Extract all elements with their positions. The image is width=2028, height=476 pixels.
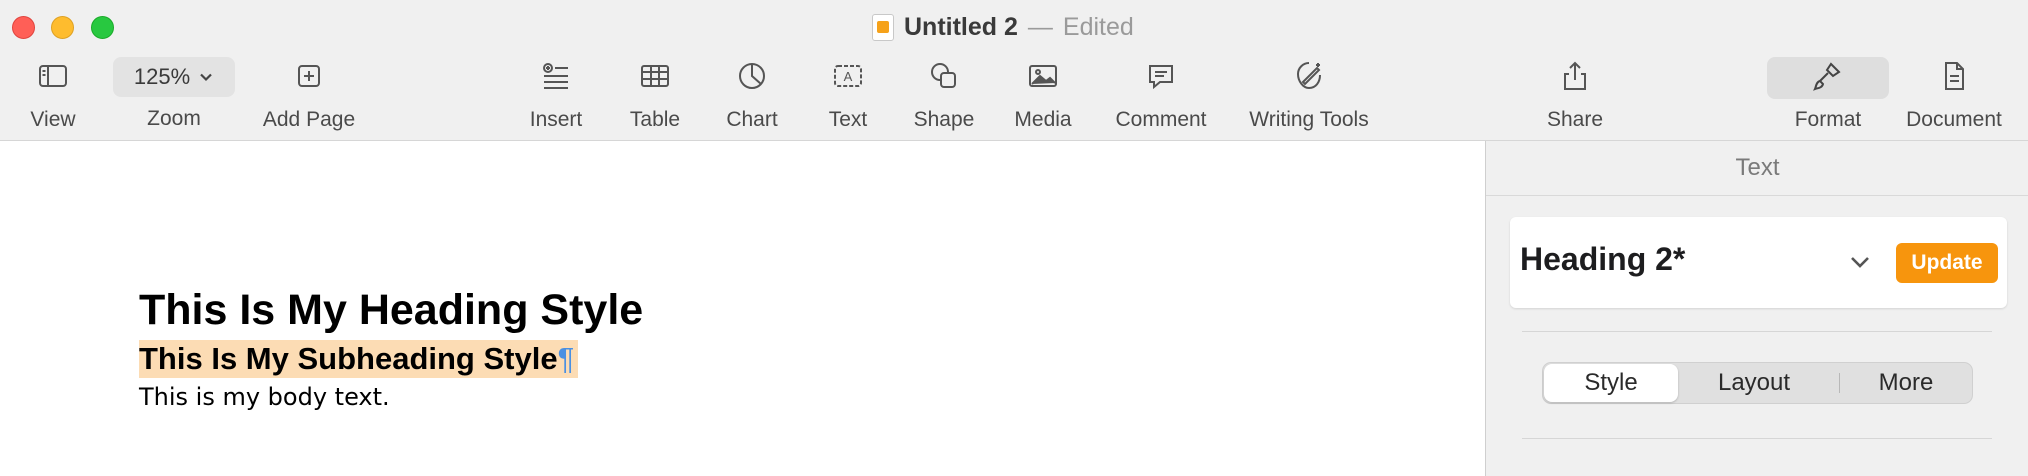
sidebar-divider — [1522, 331, 1992, 332]
media-button[interactable]: Media — [1008, 54, 1078, 138]
format-sidebar: Text Heading 2* Update Style Layout More — [1485, 141, 2028, 476]
heading-text[interactable]: This Is My Heading Style — [139, 286, 643, 335]
zoom-label: Zoom — [147, 107, 201, 130]
add-page-icon — [287, 54, 331, 98]
view-button[interactable]: View — [18, 54, 88, 138]
chart-label: Chart — [726, 108, 778, 131]
chart-button[interactable]: Chart — [717, 54, 787, 138]
zoom-window-button[interactable] — [91, 16, 114, 39]
document-canvas[interactable]: This Is My Heading Style This Is My Subh… — [0, 141, 1484, 476]
comment-label: Comment — [1115, 108, 1207, 131]
writing-tools-icon — [1287, 54, 1331, 98]
title-separator: — — [1027, 12, 1053, 41]
text-button[interactable]: A Text — [813, 54, 883, 138]
media-label: Media — [1014, 108, 1072, 131]
pie-chart-icon — [730, 54, 774, 98]
writing-tools-button[interactable]: Writing Tools — [1239, 54, 1379, 138]
segment-more[interactable]: More — [1841, 363, 1971, 403]
shape-label: Shape — [913, 108, 975, 131]
sidebar-divider — [1522, 438, 1992, 439]
chevron-down-icon[interactable] — [1845, 247, 1875, 277]
sidebar-tab-text[interactable]: Text — [1486, 141, 2028, 196]
format-label: Format — [1794, 108, 1862, 131]
document-label: Document — [1906, 108, 2002, 131]
insert-label: Insert — [529, 108, 583, 131]
chevron-down-icon — [200, 73, 212, 82]
table-icon — [633, 54, 677, 98]
text-label: Text — [828, 108, 868, 131]
paragraph-style-popup[interactable]: Heading 2* Update — [1510, 217, 2007, 308]
segment-style[interactable]: Style — [1544, 364, 1678, 402]
comment-bubble-icon — [1139, 54, 1183, 98]
segment-layout[interactable]: Layout — [1681, 363, 1827, 403]
pages-document-icon — [872, 13, 894, 41]
subheading-text: This Is My Subheading Style — [139, 341, 558, 376]
document-icon — [1932, 54, 1976, 98]
table-label: Table — [629, 108, 681, 131]
window-title: Untitled 2 — Edited — [872, 10, 1134, 44]
share-icon — [1553, 54, 1597, 98]
paintbrush-icon — [1806, 54, 1850, 98]
shape-icon — [922, 54, 966, 98]
paragraph-mark: ¶ — [557, 341, 575, 376]
sidebar-icon — [31, 54, 75, 98]
minimize-window-button[interactable] — [51, 16, 74, 39]
add-page-button[interactable]: Add Page — [254, 54, 364, 138]
insert-list-icon — [534, 54, 578, 98]
document-button[interactable]: Document — [1900, 54, 2008, 138]
share-button[interactable]: Share — [1540, 54, 1610, 138]
segment-divider — [1839, 373, 1840, 393]
writing-tools-label: Writing Tools — [1249, 108, 1369, 131]
zoom-dropdown[interactable]: 125% — [113, 57, 235, 97]
update-style-button[interactable]: Update — [1896, 243, 1998, 283]
format-button[interactable]: Format — [1789, 54, 1867, 138]
toolbar: Untitled 2 — Edited View 125% Zoom Add P… — [0, 0, 2028, 141]
edited-status: Edited — [1062, 12, 1134, 41]
document-title[interactable]: Untitled 2 — [904, 13, 1018, 42]
photo-icon — [1021, 54, 1065, 98]
comment-button[interactable]: Comment — [1108, 54, 1214, 138]
table-button[interactable]: Table — [620, 54, 690, 138]
text-box-icon: A — [826, 54, 870, 98]
insert-button[interactable]: Insert — [519, 54, 593, 138]
view-label: View — [30, 108, 76, 131]
shape-button[interactable]: Shape — [908, 54, 980, 138]
add-page-label: Add Page — [262, 108, 356, 131]
share-label: Share — [1546, 108, 1604, 131]
zoom-value: 125% — [133, 64, 191, 89]
svg-text:A: A — [844, 69, 853, 84]
body-text[interactable]: This is my body text. — [139, 383, 390, 411]
subheading-text-selected[interactable]: This Is My Subheading Style¶ — [139, 340, 579, 378]
style-layout-more-segmented-control: Style Layout More — [1542, 362, 1973, 404]
paragraph-style-name: Heading 2* — [1520, 241, 1686, 277]
close-window-button[interactable] — [12, 16, 35, 39]
